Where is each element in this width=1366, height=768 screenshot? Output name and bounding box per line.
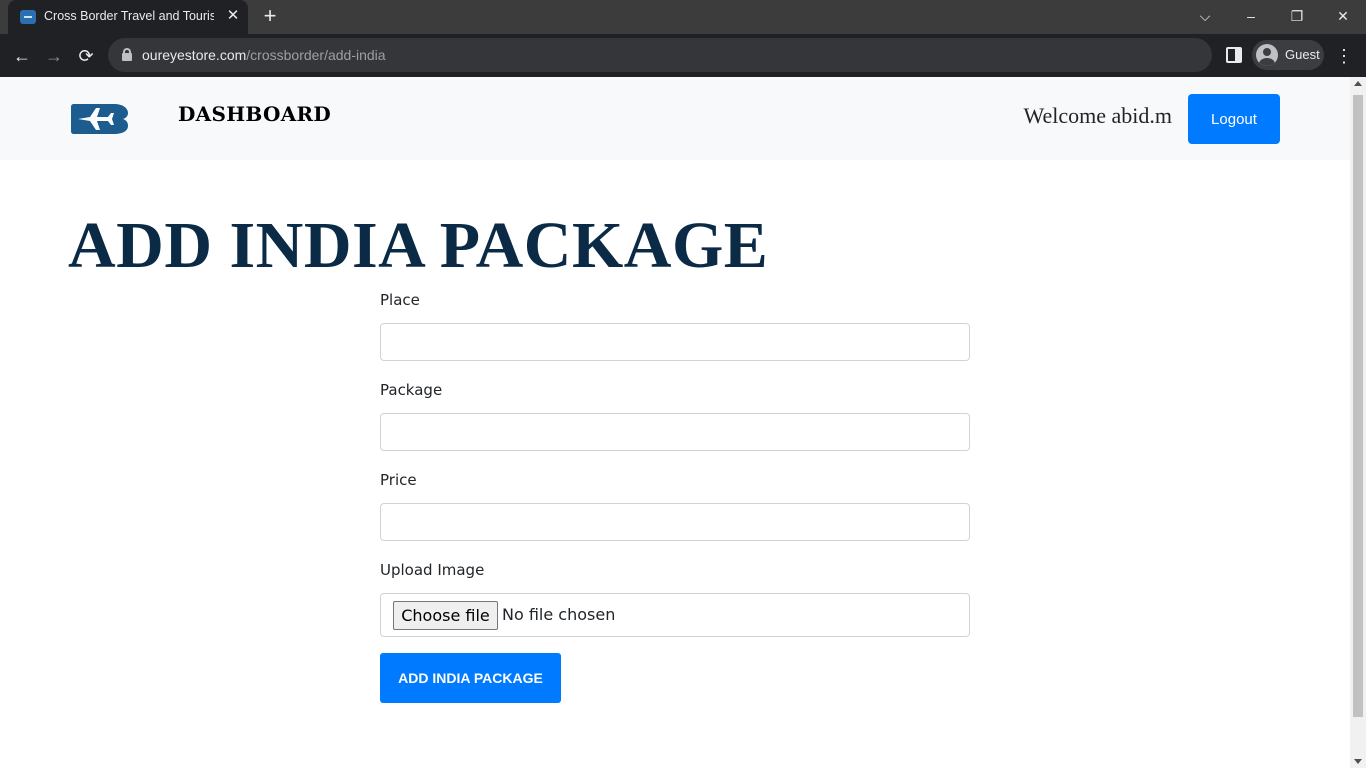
price-label: Price xyxy=(380,471,417,489)
profile-label: Guest xyxy=(1285,47,1320,62)
back-icon[interactable]: ← xyxy=(9,43,35,69)
welcome-text: Welcome abid.m xyxy=(1023,103,1172,128)
browser-tab[interactable]: Cross Border Travel and Tourism ✕ xyxy=(8,0,248,34)
address-bar[interactable]: oureyestore.com/crossborder/add-india xyxy=(108,38,1212,72)
place-input[interactable] xyxy=(380,323,970,361)
package-input[interactable] xyxy=(380,413,970,451)
page-title: ADD INDIA PACKAGE xyxy=(68,209,769,282)
upload-image-label: Upload Image xyxy=(380,561,485,579)
more-menu-icon[interactable]: ⋮ xyxy=(1334,43,1354,69)
restore-icon[interactable]: ❐ xyxy=(1285,4,1309,28)
upload-image-field[interactable]: Choose file No file chosen xyxy=(380,593,970,637)
airplane-logo-icon[interactable] xyxy=(70,103,130,135)
avatar-icon xyxy=(1256,44,1278,66)
page-scrollbar[interactable] xyxy=(1350,77,1366,768)
reload-icon[interactable]: ⟳ xyxy=(73,43,99,69)
place-label: Place xyxy=(380,291,420,309)
url-host: oureyestore.com xyxy=(142,47,247,63)
side-panel-icon[interactable] xyxy=(1226,47,1242,63)
new-tab-button[interactable]: + xyxy=(258,5,282,29)
price-input[interactable] xyxy=(380,503,970,541)
tab-search-icon[interactable]: ⌵ xyxy=(1193,4,1217,28)
choose-file-button[interactable]: Choose file xyxy=(393,601,498,630)
scroll-down-icon[interactable] xyxy=(1354,759,1362,764)
forward-icon[interactable]: → xyxy=(41,43,67,69)
logout-button[interactable]: Logout xyxy=(1188,94,1280,144)
close-window-icon[interactable]: ✕ xyxy=(1331,4,1355,28)
browser-titlebar: Cross Border Travel and Tourism ✕ + ⌵ – … xyxy=(0,0,1366,34)
site-header: DASHBOARD Welcome abid.m Logout xyxy=(0,77,1350,160)
favicon-icon xyxy=(20,10,36,24)
scrollbar-thumb[interactable] xyxy=(1353,95,1363,717)
brand-title[interactable]: DASHBOARD xyxy=(178,102,331,126)
lock-icon[interactable] xyxy=(122,48,132,61)
file-status-text: No file chosen xyxy=(502,605,616,624)
page-viewport: DASHBOARD Welcome abid.m Logout ADD INDI… xyxy=(0,77,1350,768)
browser-toolbar: ← → ⟳ oureyestore.com/crossborder/add-in… xyxy=(0,34,1366,77)
profile-button[interactable]: Guest xyxy=(1252,40,1324,70)
tab-title: Cross Border Travel and Tourism xyxy=(44,9,214,23)
package-label: Package xyxy=(380,381,443,399)
add-india-package-button[interactable]: ADD INDIA PACKAGE xyxy=(380,653,561,703)
url-path: /crossborder/add-india xyxy=(246,47,386,63)
scroll-up-icon[interactable] xyxy=(1354,81,1362,86)
close-tab-icon[interactable]: ✕ xyxy=(224,7,242,25)
minimize-icon[interactable]: – xyxy=(1239,4,1263,28)
url-text[interactable]: oureyestore.com/crossborder/add-india xyxy=(142,47,386,63)
